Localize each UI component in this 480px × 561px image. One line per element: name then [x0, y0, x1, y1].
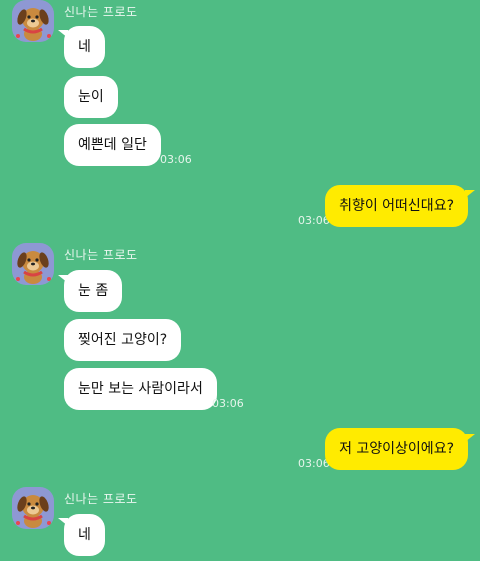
dog-character-icon: [16, 251, 51, 284]
profile-avatar[interactable]: [12, 487, 54, 529]
sender-name: 신나는 프로도: [64, 492, 138, 506]
message-bubble[interactable]: 예쁜데 일단: [64, 124, 161, 166]
profile-avatar[interactable]: [12, 243, 54, 285]
message-bubble[interactable]: 찢어진 고양이?: [64, 319, 182, 361]
message-time: 03:06: [212, 397, 244, 410]
message-time: 03:06: [160, 153, 192, 166]
sender-name: 신나는 프로도: [64, 5, 138, 19]
message-bubble[interactable]: 눈이: [64, 76, 118, 118]
outgoing-message-bubble[interactable]: 저 고양이상이에요?: [325, 428, 468, 470]
chat-room: 신나는 프로도 네 눈이 예쁜데 일단 03:06 03:06 취향이 어떠신대…: [0, 0, 480, 561]
profile-avatar[interactable]: [12, 0, 54, 42]
outgoing-message-bubble[interactable]: 취향이 어떠신대요?: [325, 185, 468, 227]
sender-name: 신나는 프로도: [64, 248, 138, 262]
dog-character-icon: [16, 8, 51, 41]
dog-character-icon: [16, 495, 51, 528]
message-bubble[interactable]: 눈만 보는 사람이라서: [64, 368, 217, 410]
message-bubble[interactable]: 네: [64, 26, 105, 68]
message-bubble[interactable]: 네: [64, 514, 105, 556]
message-bubble[interactable]: 눈 좀: [64, 270, 123, 312]
